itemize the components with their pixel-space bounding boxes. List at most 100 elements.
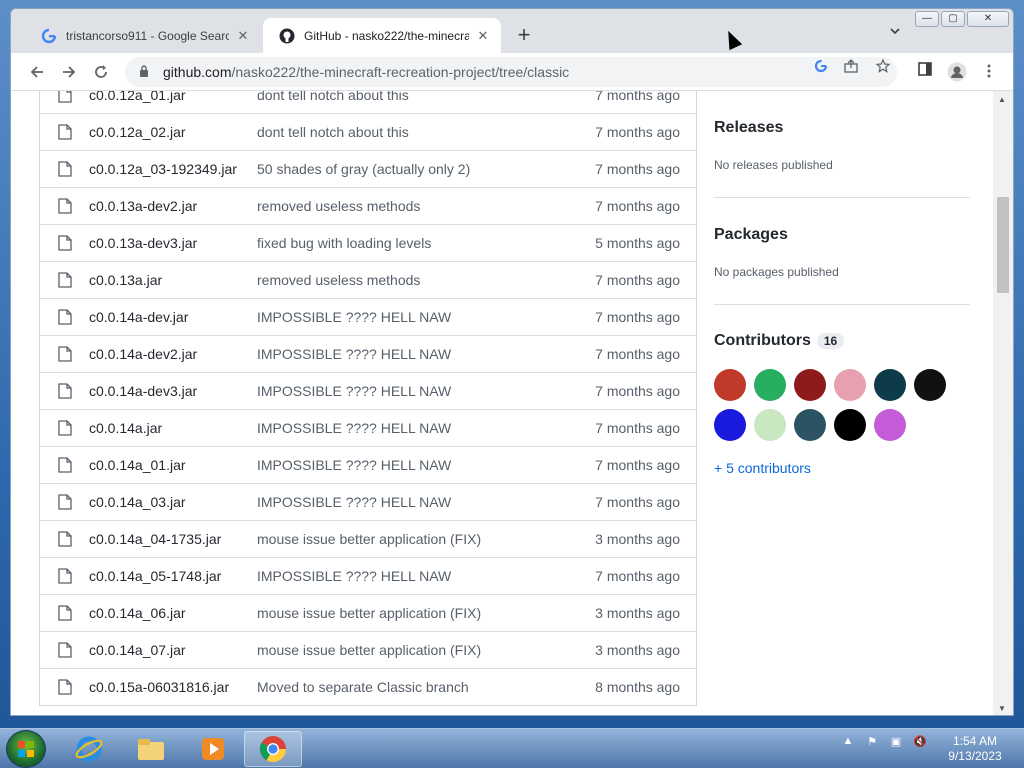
commit-message-link[interactable]: mouse issue better application (FIX) (257, 605, 576, 621)
tab-search-icon[interactable] (885, 25, 905, 45)
forward-arrow-icon[interactable] (57, 60, 81, 84)
contributor-avatar[interactable] (834, 369, 866, 401)
contributor-avatar[interactable] (794, 369, 826, 401)
tab-github[interactable]: GitHub - nasko222/the-minecraft-recreati… (263, 18, 501, 53)
internet-explorer-taskbar-icon[interactable] (60, 731, 118, 767)
volume-muted-icon[interactable]: 🔇 (912, 735, 928, 751)
commit-message-link[interactable]: Moved to separate Classic branch (257, 679, 576, 695)
lock-icon[interactable] (139, 64, 153, 80)
commit-message-link[interactable]: fixed bug with loading levels (257, 235, 576, 251)
show-hidden-icons-icon[interactable]: ▲ (840, 735, 856, 751)
contributor-avatar[interactable] (714, 369, 746, 401)
bookmark-star-icon[interactable] (873, 58, 893, 79)
start-button[interactable] (6, 730, 46, 768)
file-name-link[interactable]: c0.0.13a.jar (89, 272, 257, 288)
commit-message-link[interactable]: mouse issue better application (FIX) (257, 642, 576, 658)
releases-heading[interactable]: Releases (714, 119, 783, 137)
new-tab-button[interactable]: + (511, 23, 537, 47)
file-name-link[interactable]: c0.0.12a_03-192349.jar (89, 161, 257, 177)
menu-kebab-icon[interactable] (979, 62, 999, 82)
address-bar[interactable]: github.com/nasko222/the-minecraft-recrea… (125, 57, 897, 87)
google-lens-icon[interactable] (811, 59, 831, 79)
maximize-button[interactable]: ▢ (941, 11, 965, 27)
file-name-link[interactable]: c0.0.14a_05-1748.jar (89, 568, 257, 584)
file-row[interactable]: c0.0.14a_07.jar mouse issue better applic… (40, 631, 696, 668)
scroll-down-arrow-icon[interactable]: ▼ (998, 704, 1006, 713)
commit-message-link[interactable]: removed useless methods (257, 272, 576, 288)
file-row[interactable]: c0.0.13a-dev2.jar removed useless methods… (40, 187, 696, 224)
file-row[interactable]: c0.0.12a_03-192349.jar 50 shades of gray … (40, 150, 696, 187)
share-icon[interactable] (841, 59, 861, 79)
contributors-heading[interactable]: Contributors (714, 332, 811, 349)
file-row[interactable]: c0.0.14a-dev.jar IMPOSSIBLE ???? HELL NAW… (40, 298, 696, 335)
contributor-avatar[interactable] (874, 409, 906, 441)
file-row[interactable]: c0.0.14a_03.jar IMPOSSIBLE ???? HELL NAW 7… (40, 483, 696, 520)
contributor-avatar[interactable] (714, 409, 746, 441)
commit-message-link[interactable]: IMPOSSIBLE ???? HELL NAW (257, 420, 576, 436)
commit-message-link[interactable]: IMPOSSIBLE ???? HELL NAW (257, 568, 576, 584)
commit-message-link[interactable]: IMPOSSIBLE ???? HELL NAW (257, 457, 576, 473)
tab-close-icon[interactable]: ✕ (235, 28, 251, 44)
commit-message-link[interactable]: dont tell notch about this (257, 124, 576, 140)
chrome-taskbar-icon[interactable] (244, 731, 302, 767)
page-scrollbar[interactable]: ▲ ▼ (993, 91, 1013, 715)
file-name-link[interactable]: c0.0.14a-dev.jar (89, 309, 257, 325)
side-panel-icon[interactable] (915, 62, 935, 82)
contributor-avatar[interactable] (754, 369, 786, 401)
scrollbar-thumb[interactable] (997, 197, 1009, 293)
commit-message-link[interactable]: mouse issue better application (FIX) (257, 531, 576, 547)
more-contributors-link[interactable]: + 5 contributors (714, 460, 811, 476)
contributor-avatar[interactable] (834, 409, 866, 441)
commit-message-link[interactable]: removed useless methods (257, 198, 576, 214)
file-row[interactable]: c0.0.13a.jar removed useless methods 7 mon… (40, 261, 696, 298)
minimize-button[interactable]: — (915, 11, 939, 27)
file-row[interactable]: c0.0.15a-06031816.jar Moved to separate C… (40, 668, 696, 705)
commit-message-link[interactable]: 50 shades of gray (actually only 2) (257, 161, 576, 177)
file-row[interactable]: c0.0.14a_04-1735.jar mouse issue better a… (40, 520, 696, 557)
contributor-avatar[interactable] (754, 409, 786, 441)
network-icon[interactable]: ▣ (888, 735, 904, 751)
close-window-button[interactable]: ✕ (967, 11, 1009, 27)
commit-message-link[interactable]: IMPOSSIBLE ???? HELL NAW (257, 309, 576, 325)
commit-message-link[interactable]: dont tell notch about this (257, 91, 576, 103)
file-row[interactable]: c0.0.14a-dev3.jar IMPOSSIBLE ???? HELL NA… (40, 372, 696, 409)
contributor-avatar[interactable] (794, 409, 826, 441)
file-row[interactable]: c0.0.14a.jar IMPOSSIBLE ???? HELL NAW 7 mo… (40, 409, 696, 446)
file-row[interactable]: c0.0.14a_01.jar IMPOSSIBLE ???? HELL NAW 7… (40, 446, 696, 483)
file-name-link[interactable]: c0.0.14a_03.jar (89, 494, 257, 510)
file-row[interactable]: c0.0.14a_05-1748.jar IMPOSSIBLE ???? HELL… (40, 557, 696, 594)
system-clock[interactable]: 1:54 AM 9/13/2023 (940, 734, 1010, 764)
tab-google-search[interactable]: tristancorso911 - Google Search ✕ (25, 18, 261, 53)
back-arrow-icon[interactable] (25, 60, 49, 84)
tab-close-icon[interactable]: ✕ (475, 28, 491, 44)
file-row[interactable]: c0.0.12a_01.jar dont tell notch about thi… (40, 91, 696, 113)
commit-message-link[interactable]: IMPOSSIBLE ???? HELL NAW (257, 383, 576, 399)
file-name-link[interactable]: c0.0.14a_06.jar (89, 605, 257, 621)
file-name-link[interactable]: c0.0.14a_01.jar (89, 457, 257, 473)
file-name-link[interactable]: c0.0.15a-06031816.jar (89, 679, 257, 695)
commit-message-link[interactable]: IMPOSSIBLE ???? HELL NAW (257, 494, 576, 510)
contributor-avatar[interactable] (874, 369, 906, 401)
file-name-link[interactable]: c0.0.14a-dev2.jar (89, 346, 257, 362)
file-name-link[interactable]: c0.0.12a_02.jar (89, 124, 257, 140)
file-name-link[interactable]: c0.0.12a_01.jar (89, 91, 257, 103)
file-row[interactable]: c0.0.13a-dev3.jar fixed bug with loading … (40, 224, 696, 261)
contributor-avatar[interactable] (914, 369, 946, 401)
reload-icon[interactable] (89, 60, 113, 84)
file-name-link[interactable]: c0.0.13a-dev2.jar (89, 198, 257, 214)
file-name-link[interactable]: c0.0.14a.jar (89, 420, 257, 436)
file-name-link[interactable]: c0.0.13a-dev3.jar (89, 235, 257, 251)
packages-heading[interactable]: Packages (714, 226, 788, 244)
file-name-link[interactable]: c0.0.14a-dev3.jar (89, 383, 257, 399)
action-center-flag-icon[interactable]: ⚑ (864, 735, 880, 751)
file-name-link[interactable]: c0.0.14a_04-1735.jar (89, 531, 257, 547)
media-player-taskbar-icon[interactable] (184, 731, 242, 767)
file-row[interactable]: c0.0.14a_06.jar mouse issue better applic… (40, 594, 696, 631)
file-name-link[interactable]: c0.0.14a_07.jar (89, 642, 257, 658)
commit-message-link[interactable]: IMPOSSIBLE ???? HELL NAW (257, 346, 576, 362)
file-row[interactable]: c0.0.14a-dev2.jar IMPOSSIBLE ???? HELL NA… (40, 335, 696, 372)
file-row[interactable]: c0.0.12a_02.jar dont tell notch about thi… (40, 113, 696, 150)
file-explorer-taskbar-icon[interactable] (122, 731, 180, 767)
profile-avatar-icon[interactable] (947, 62, 967, 82)
scroll-up-arrow-icon[interactable]: ▲ (998, 95, 1006, 104)
